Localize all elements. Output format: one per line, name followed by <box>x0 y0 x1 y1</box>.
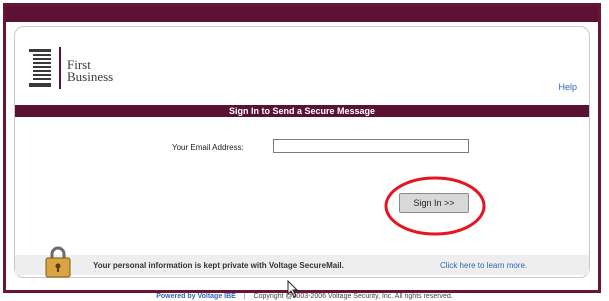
signin-button[interactable]: Sign In >> <box>399 193 469 213</box>
learn-more-link[interactable]: Click here to learn more. <box>440 261 527 270</box>
signin-banner: Sign In to Send a Secure Message <box>15 105 589 117</box>
logo-divider <box>59 47 61 89</box>
logo-bars-icon <box>29 49 51 87</box>
logo-wordmark: First Business <box>67 58 114 84</box>
email-input[interactable] <box>273 139 469 153</box>
email-label: Your Email Address: <box>172 143 244 152</box>
page-frame: First Business Help Sign In to Send a Se… <box>3 3 601 298</box>
logo-line-2: Business <box>67 69 114 84</box>
privacy-text: Your personal information is kept privat… <box>93 261 344 270</box>
copyright-text: Copyright @2003-2006 Voltage Security, I… <box>253 293 453 300</box>
signin-card: First Business Help Sign In to Send a Se… <box>14 26 590 298</box>
footer-separator: | <box>243 293 246 300</box>
footer: Powered by Voltage IBE | Copyright @2003… <box>0 293 609 300</box>
powered-by-link[interactable]: Powered by Voltage IBE <box>156 293 236 300</box>
padlock-icon <box>45 246 71 278</box>
first-business-logo: First Business <box>27 45 117 91</box>
top-bar <box>6 6 598 22</box>
help-link[interactable]: Help <box>558 82 577 92</box>
